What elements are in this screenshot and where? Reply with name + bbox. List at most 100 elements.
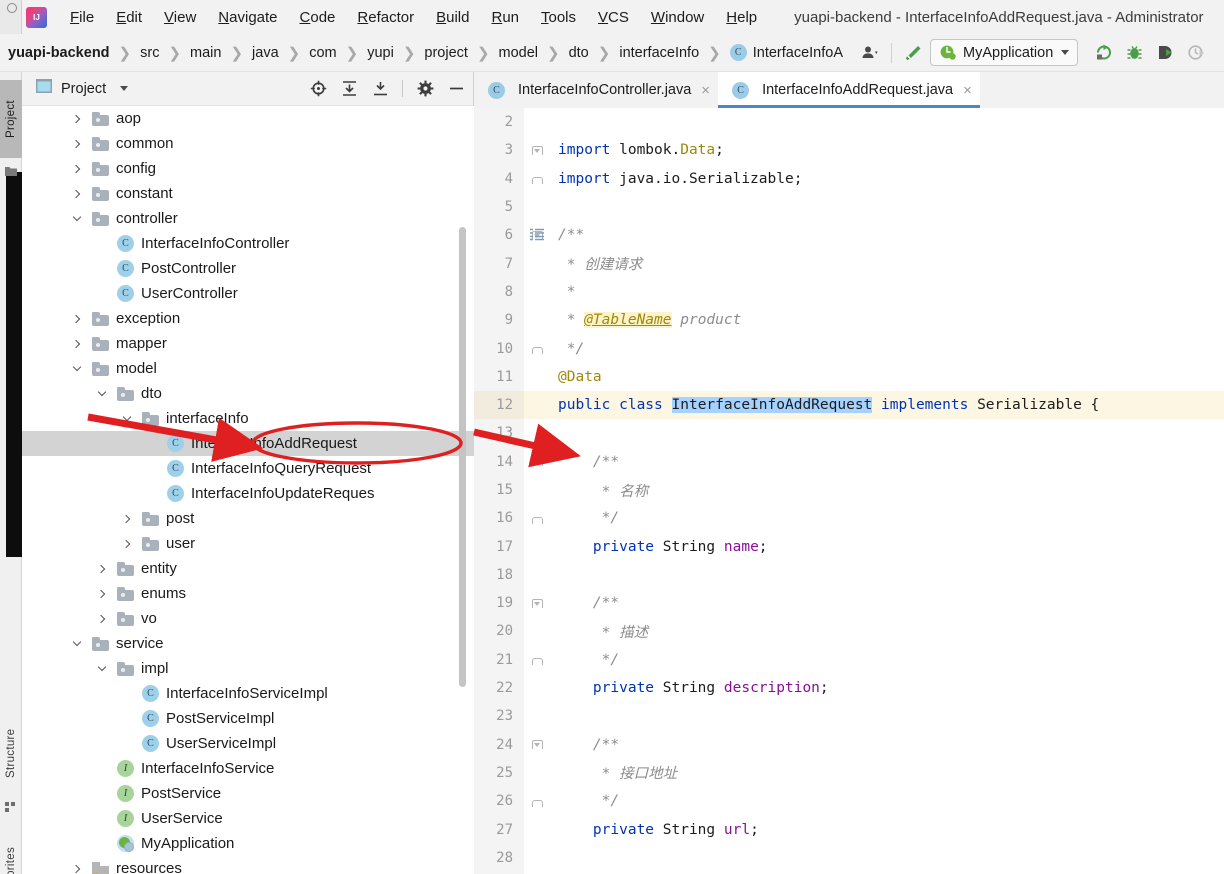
project-tree-scrollbar[interactable] — [459, 227, 466, 687]
tree-node-exception[interactable]: exception — [22, 306, 474, 331]
code-line[interactable]: 17 private String name; — [474, 532, 1224, 561]
code-line[interactable]: 11 @Data — [474, 362, 1224, 391]
tree-node-service[interactable]: service — [22, 631, 474, 656]
locate-icon[interactable] — [309, 80, 327, 98]
tree-node-controller[interactable]: controller — [22, 206, 474, 231]
code-line[interactable]: 19 /** — [474, 589, 1224, 618]
tree-node-postcontroller[interactable]: C PostController — [22, 256, 474, 281]
run-configuration-selector[interactable]: MyApplication — [930, 39, 1079, 66]
project-tree[interactable]: aop common config constant controller C Interf… — [22, 106, 474, 874]
code-fold-marker[interactable] — [524, 646, 550, 674]
menu-item-code[interactable]: Code — [289, 7, 347, 28]
tree-node-aop[interactable]: aop — [22, 106, 474, 131]
code-line[interactable]: 13 — [474, 419, 1224, 448]
code-line[interactable]: 26 */ — [474, 787, 1224, 816]
code-line[interactable]: 9 * @TableName product — [474, 306, 1224, 335]
menu-item-run[interactable]: Run — [480, 7, 530, 28]
code-line[interactable]: 3 import lombok.Data; — [474, 136, 1224, 165]
line-number[interactable]: 2 — [474, 108, 524, 137]
code-line[interactable]: 8 * — [474, 277, 1224, 307]
line-number[interactable]: 25 — [474, 758, 524, 788]
line-number[interactable]: 21 — [474, 645, 524, 674]
breadcrumb-item-project[interactable]: project — [422, 45, 470, 61]
menu-item-file[interactable]: File — [59, 7, 105, 28]
menu-item-edit[interactable]: Edit — [105, 7, 153, 28]
line-number[interactable]: 27 — [474, 815, 524, 844]
line-number[interactable]: 8 — [474, 277, 524, 307]
editor-tab-interfaceinfoaddrequest-java[interactable]: C InterfaceInfoAddRequest.java × — [718, 72, 980, 108]
line-number[interactable]: 18 — [474, 560, 524, 590]
run-icon[interactable] — [1092, 42, 1114, 64]
line-number[interactable]: 12 — [474, 390, 524, 420]
line-number[interactable]: 6 — [474, 221, 524, 250]
code-line[interactable]: 2 — [474, 108, 1224, 137]
code-line[interactable]: 12 public class InterfaceInfoAddRequest i… — [474, 390, 1224, 420]
tree-node-mapper[interactable]: mapper — [22, 331, 474, 356]
code-line[interactable]: 21 */ — [474, 645, 1224, 674]
chevron-down-icon[interactable] — [119, 411, 134, 426]
code-line[interactable]: 5 — [474, 192, 1224, 222]
tree-node-interfaceinfoupdatereques[interactable]: C InterfaceInfoUpdateReques — [22, 481, 474, 506]
chevron-right-icon[interactable] — [94, 611, 109, 626]
hide-icon[interactable] — [447, 80, 465, 98]
breadcrumb-item-interfaceinfoa[interactable]: C InterfaceInfoA — [728, 44, 845, 61]
menu-item-vcs[interactable]: VCS — [587, 7, 640, 28]
line-number[interactable]: 17 — [474, 532, 524, 561]
javadoc-gutter-icon[interactable] — [529, 228, 545, 242]
tree-node-post[interactable]: post — [22, 506, 474, 531]
tree-node-user[interactable]: user — [22, 531, 474, 556]
user-avatar-icon[interactable] — [859, 42, 881, 64]
line-number[interactable]: 7 — [474, 249, 524, 278]
tree-node-interfaceinfoqueryrequest[interactable]: C InterfaceInfoQueryRequest — [22, 456, 474, 481]
chevron-right-icon[interactable] — [69, 111, 84, 126]
code-line[interactable]: 24 /** — [474, 730, 1224, 759]
breadcrumb-item-main[interactable]: main — [188, 45, 223, 61]
menu-item-view[interactable]: View — [153, 7, 207, 28]
chevron-down-icon[interactable] — [120, 86, 129, 91]
chevron-right-icon[interactable] — [69, 186, 84, 201]
tree-node-entity[interactable]: entity — [22, 556, 474, 581]
line-number[interactable]: 23 — [474, 702, 524, 731]
code-line[interactable]: 28 — [474, 843, 1224, 873]
line-number[interactable]: 14 — [474, 447, 524, 476]
menu-item-window[interactable]: Window — [640, 7, 715, 28]
line-number[interactable]: 20 — [474, 617, 524, 646]
editor-tab-interfaceinfocontroller-java[interactable]: C InterfaceInfoController.java × — [474, 72, 719, 108]
line-number[interactable]: 11 — [474, 362, 524, 391]
code-fold-marker[interactable] — [524, 504, 550, 532]
menu-item-build[interactable]: Build — [425, 7, 480, 28]
tree-node-model[interactable]: model — [22, 356, 474, 381]
code-line[interactable]: 4 import java.io.Serializable; — [474, 164, 1224, 193]
chevron-down-icon[interactable] — [69, 211, 84, 226]
line-number[interactable]: 24 — [474, 730, 524, 759]
code-fold-marker[interactable] — [524, 731, 550, 759]
line-number[interactable]: 9 — [474, 306, 524, 335]
tool-tab-favorites[interactable]: Favorites — [0, 832, 22, 874]
menu-item-help[interactable]: Help — [715, 7, 768, 28]
debug-icon[interactable] — [1123, 42, 1145, 64]
code-line[interactable]: 16 */ — [474, 504, 1224, 533]
tool-tab-structure[interactable]: Structure — [0, 712, 22, 794]
code-line[interactable]: 25 * 接口地址 — [474, 758, 1224, 788]
expand-all-icon[interactable] — [340, 80, 358, 98]
code-fold-marker[interactable] — [524, 448, 550, 476]
line-number[interactable]: 19 — [474, 589, 524, 618]
chevron-down-icon[interactable] — [94, 386, 109, 401]
line-number[interactable]: 3 — [474, 136, 524, 165]
chevron-right-icon[interactable] — [69, 136, 84, 151]
tree-node-userservice[interactable]: I UserService — [22, 806, 474, 831]
chevron-right-icon[interactable] — [69, 311, 84, 326]
chevron-right-icon[interactable] — [69, 161, 84, 176]
tree-node-config[interactable]: config — [22, 156, 474, 181]
chevron-down-icon[interactable] — [69, 636, 84, 651]
tree-node-interfaceinfoserviceimpl[interactable]: C InterfaceInfoServiceImpl — [22, 681, 474, 706]
chevron-right-icon[interactable] — [69, 861, 84, 874]
breadcrumb-item-interfaceinfo[interactable]: interfaceInfo — [617, 45, 701, 61]
close-icon[interactable]: × — [963, 83, 972, 98]
tree-node-usercontroller[interactable]: C UserController — [22, 281, 474, 306]
chevron-right-icon[interactable] — [119, 511, 134, 526]
tree-node-interfaceinfoservice[interactable]: I InterfaceInfoService — [22, 756, 474, 781]
tree-node-interfaceinfocontroller[interactable]: C InterfaceInfoController — [22, 231, 474, 256]
breadcrumb-item-src[interactable]: src — [138, 45, 161, 61]
tree-node-interfaceinfo[interactable]: interfaceInfo — [22, 406, 474, 431]
